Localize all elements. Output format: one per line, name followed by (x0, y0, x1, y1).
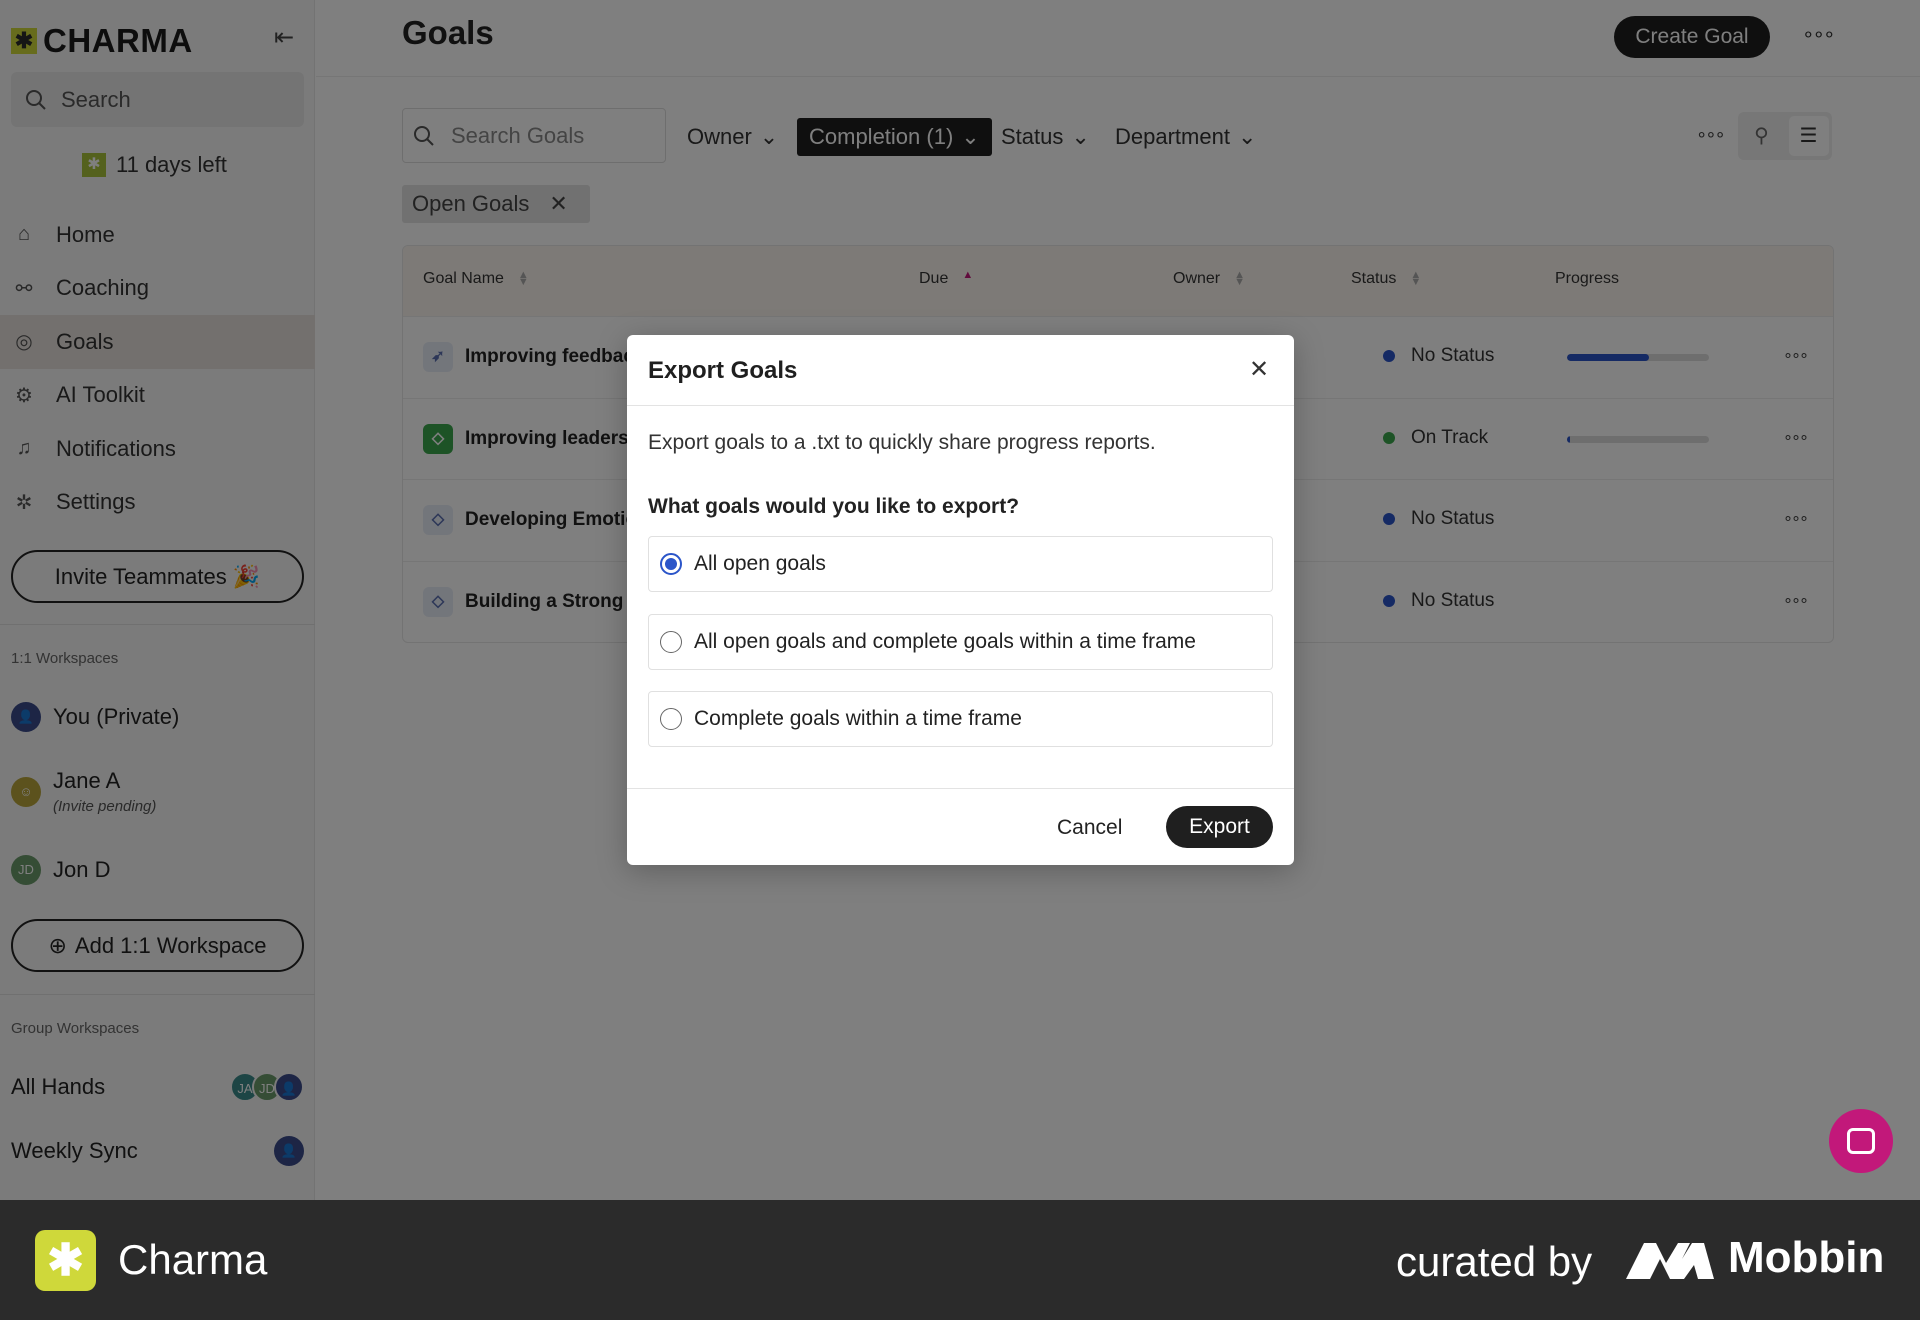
option-label: All open goals (694, 552, 826, 575)
export-goals-dialog: Export Goals ✕ Export goals to a .txt to… (627, 335, 1294, 865)
dialog-description: Export goals to a .txt to quickly share … (648, 431, 1156, 454)
mobbin-brand-name: Mobbin (1728, 1233, 1885, 1282)
dialog-title: Export Goals (648, 357, 798, 384)
mobbin-logo: Mobbin (1626, 1233, 1884, 1283)
cancel-button[interactable]: Cancel (1045, 808, 1134, 848)
export-option-open-and-complete[interactable]: All open goals and complete goals within… (648, 614, 1273, 670)
chat-icon (1847, 1128, 1875, 1154)
curation-banner: ✱ Charma curated by Mobbin (0, 1200, 1920, 1320)
option-label: Complete goals within a time frame (694, 707, 1022, 730)
charma-app-icon: ✱ (35, 1230, 96, 1291)
export-button[interactable]: Export (1166, 806, 1273, 848)
mobbin-mark-icon (1626, 1243, 1714, 1279)
close-icon[interactable]: ✕ (1244, 355, 1274, 384)
export-option-all-open[interactable]: All open goals (648, 536, 1273, 592)
export-option-complete[interactable]: Complete goals within a time frame (648, 691, 1273, 747)
radio-button[interactable] (660, 553, 682, 575)
chat-launcher-button[interactable] (1829, 1109, 1893, 1173)
radio-button[interactable] (660, 631, 682, 653)
dialog-footer-divider (627, 788, 1294, 789)
banner-app-name: Charma (118, 1236, 268, 1283)
dialog-header: Export Goals ✕ (627, 335, 1294, 406)
export-question: What goals would you like to export? (648, 495, 1020, 518)
radio-button[interactable] (660, 708, 682, 730)
option-label: All open goals and complete goals within… (694, 630, 1196, 653)
curated-by-label: curated by (1396, 1238, 1593, 1285)
